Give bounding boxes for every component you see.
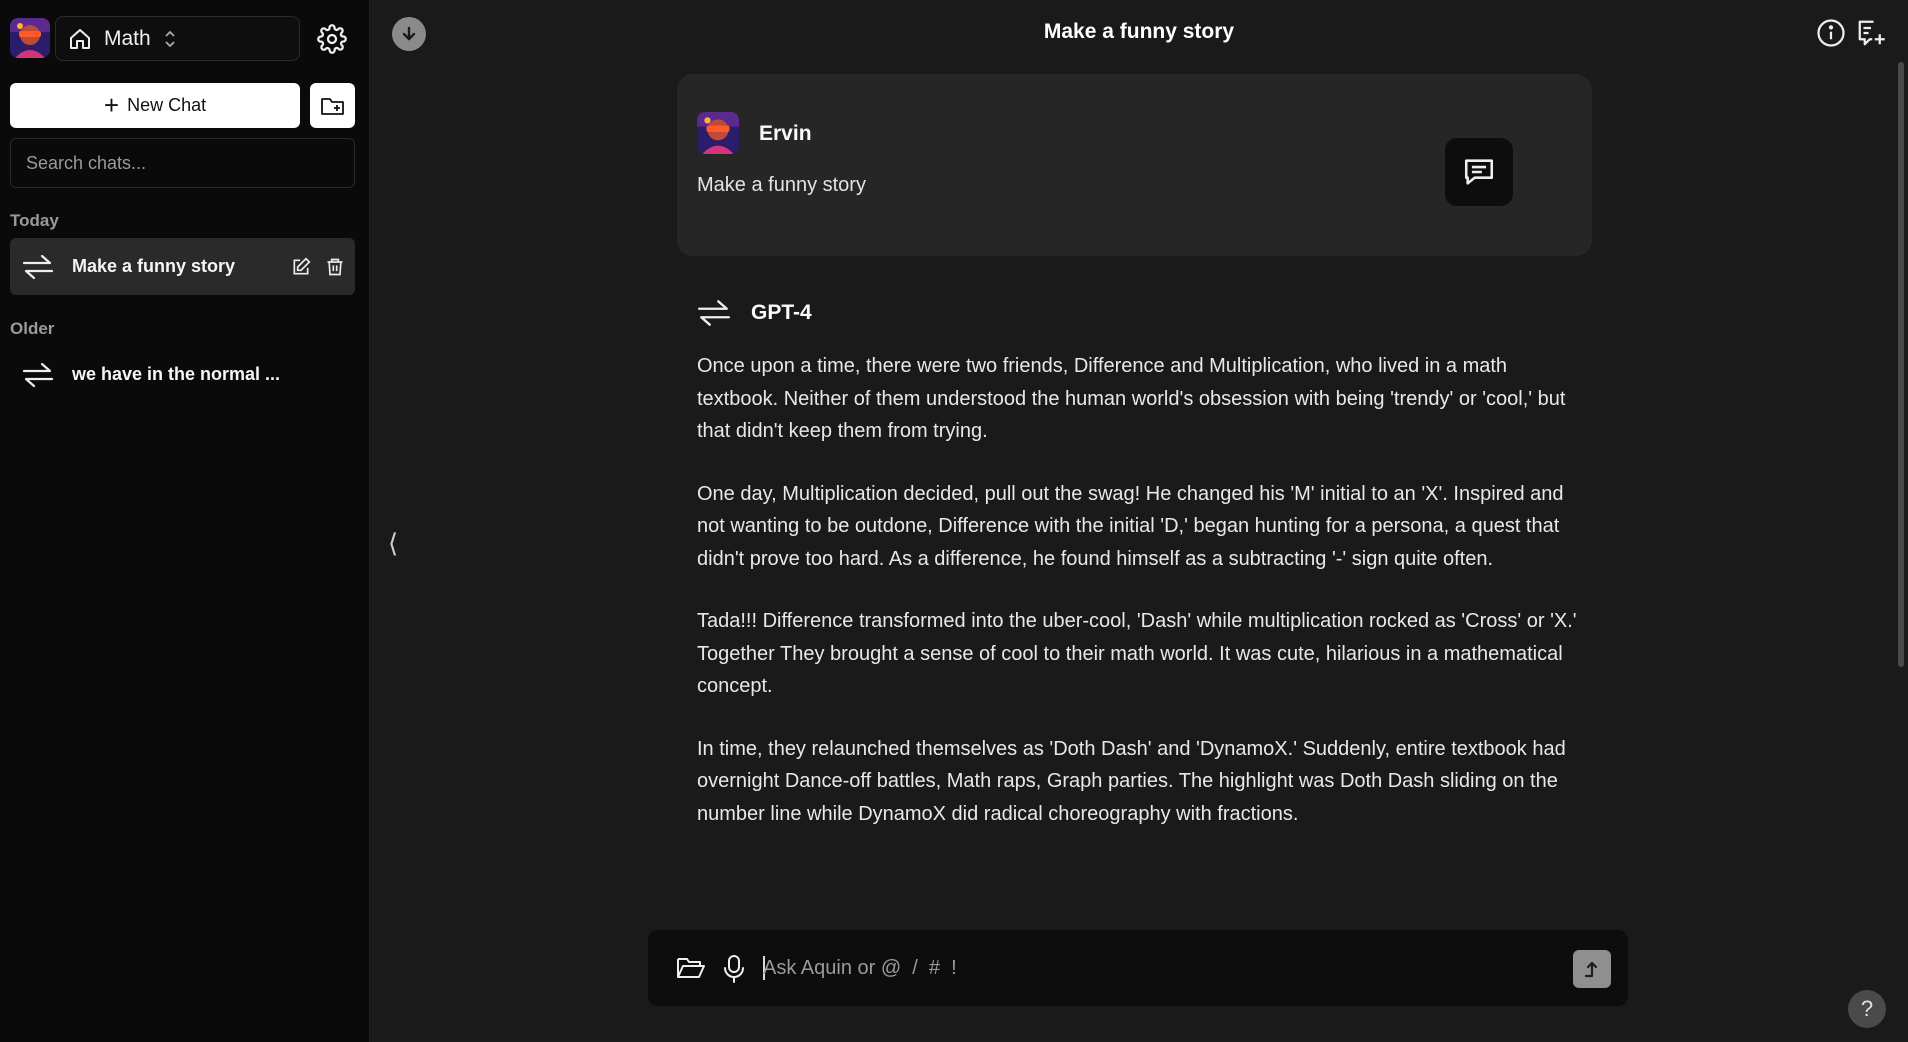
- assistant-paragraph: Once upon a time, there were two friends…: [697, 355, 1566, 442]
- chat-main: Make a funny story ⟨ Ervin Make a funny …: [370, 0, 1908, 1042]
- send-button[interactable]: [1573, 950, 1611, 988]
- assistant-message-body: Once upon a time, there were two friends…: [697, 350, 1587, 860]
- app-root: Math + New Chat Search chats... Today Ma…: [0, 0, 1908, 1042]
- assistant-header: GPT-4: [697, 298, 812, 328]
- message-plus-icon: [1856, 18, 1886, 48]
- model-arrows-icon: [22, 253, 58, 281]
- model-arrows-icon: [697, 298, 731, 328]
- profile-avatar[interactable]: [10, 18, 50, 58]
- message-input[interactable]: [763, 948, 1543, 988]
- scrollbar[interactable]: [1898, 62, 1904, 667]
- user-message-card: Ervin Make a funny story: [677, 74, 1592, 256]
- workspace-label: Math: [104, 26, 151, 50]
- microphone-icon[interactable]: [722, 954, 746, 984]
- message-square-icon: [1462, 155, 1496, 189]
- model-arrows-icon: [22, 361, 58, 389]
- user-message-text: Make a funny story: [697, 174, 866, 196]
- assistant-paragraph: One day, Multiplication decided, pull ou…: [697, 482, 1564, 570]
- new-folder-button[interactable]: [310, 83, 355, 128]
- chat-item-make-a-funny-story[interactable]: Make a funny story: [10, 238, 355, 295]
- user-name: Ervin: [759, 122, 812, 145]
- folder-plus-icon: [320, 94, 346, 118]
- send-arrow-icon: [1582, 959, 1602, 979]
- chevron-up-down-icon: [163, 30, 177, 48]
- assistant-paragraph: In time, they relaunched themselves as '…: [697, 737, 1566, 825]
- workspace-selector[interactable]: Math: [55, 16, 300, 61]
- help-button[interactable]: ?: [1848, 990, 1886, 1028]
- chat-item-label: we have in the normal ...: [72, 364, 281, 384]
- home-icon: [68, 27, 92, 51]
- group-label-today: Today: [10, 211, 59, 230]
- edit-icon[interactable]: [291, 256, 311, 277]
- chat-item-label: Make a funny story: [72, 256, 236, 276]
- folder-open-icon[interactable]: [676, 955, 706, 981]
- chat-item-actions: [291, 256, 345, 277]
- gear-icon: [317, 24, 347, 54]
- new-conversation-button[interactable]: [1856, 18, 1886, 48]
- settings-button[interactable]: [315, 22, 349, 56]
- chat-item-older[interactable]: we have in the normal ...: [10, 346, 355, 403]
- assistant-name: GPT-4: [751, 301, 812, 324]
- new-chat-button[interactable]: + New Chat: [10, 83, 300, 128]
- group-label-older: Older: [10, 319, 55, 338]
- new-chat-label: New Chat: [127, 95, 207, 115]
- search-chats-input[interactable]: [10, 138, 355, 188]
- collapse-sidebar-button[interactable]: ⟨: [388, 528, 398, 559]
- trash-icon[interactable]: [325, 257, 345, 277]
- info-button[interactable]: [1816, 18, 1846, 48]
- info-icon: [1816, 18, 1846, 48]
- floating-chat-button[interactable]: [1445, 138, 1513, 206]
- user-avatar: [697, 112, 739, 154]
- assistant-paragraph: Tada!!! Difference transformed into the …: [697, 610, 1577, 697]
- page-title: Make a funny story: [1043, 20, 1235, 43]
- plus-icon: +: [103, 89, 120, 120]
- message-composer: [648, 930, 1628, 1006]
- sidebar-top-bar: Math: [10, 16, 355, 61]
- sidebar: Math + New Chat Search chats... Today Ma…: [0, 0, 370, 1042]
